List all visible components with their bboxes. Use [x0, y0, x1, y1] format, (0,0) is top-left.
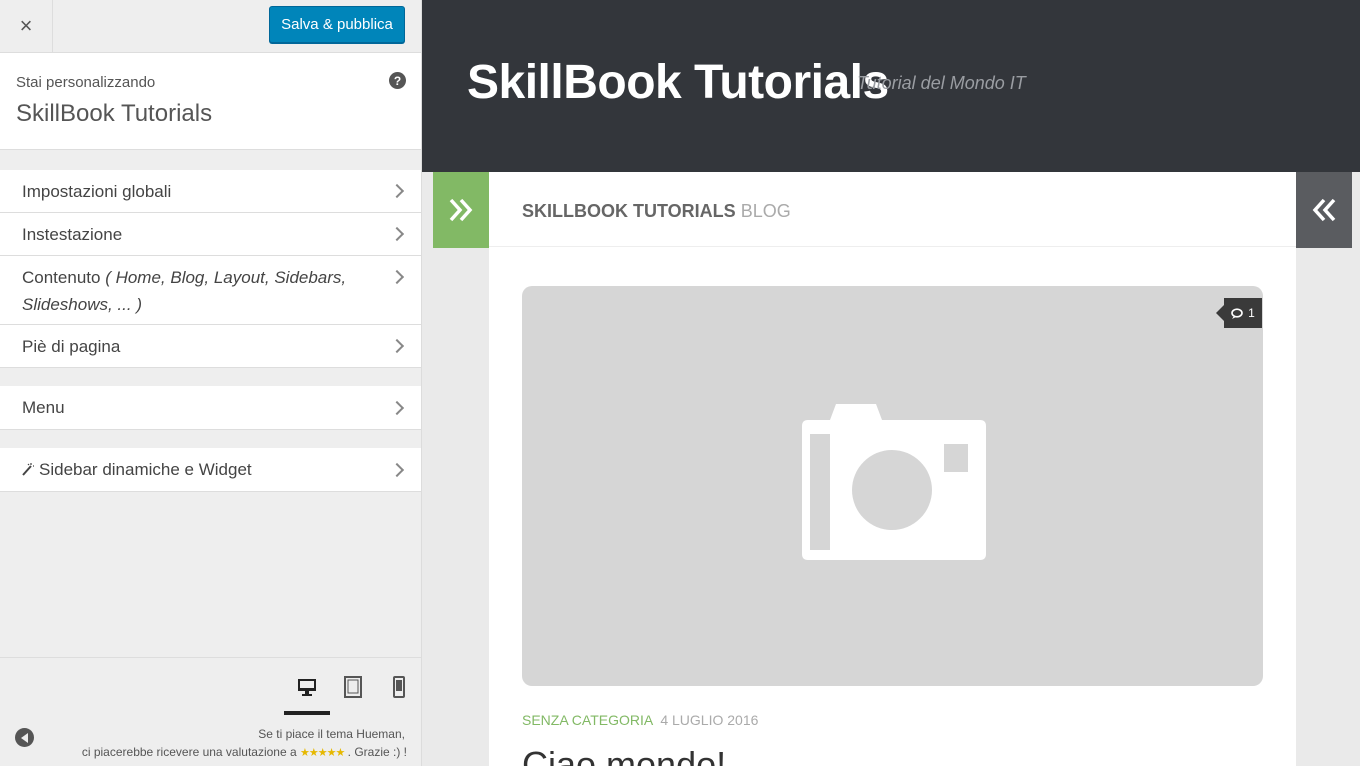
post-category-link[interactable]: Senza categoria	[522, 712, 652, 728]
rating-pre: ci piacerebbe ricevere una valutazione a	[81, 745, 297, 759]
collapse-icon	[21, 732, 28, 743]
preview-desktop-button[interactable]	[295, 674, 319, 700]
post-title[interactable]: Ciao mondo!	[522, 744, 726, 766]
rating-post: . Grazie :) !	[347, 745, 407, 759]
double-chevron-right-icon	[449, 198, 473, 222]
chevron-right-icon	[389, 183, 405, 199]
panel-label-text: Sidebar dinamiche e Widget	[39, 460, 252, 479]
panel-label: Sidebar dinamiche e Widget	[22, 456, 252, 483]
site-tagline: Tutorial del Mondo IT	[857, 73, 1026, 93]
comment-icon	[1231, 307, 1243, 319]
page-heading-light: Blog	[740, 201, 791, 221]
panel-contenuto[interactable]: Contenuto ( Home, Blog, Layout, Sidebars…	[0, 256, 421, 325]
chevron-right-icon	[389, 338, 405, 354]
panel-label: Instestazione	[22, 225, 123, 244]
panel-impostazioni-globali[interactable]: Impostazioni globali	[0, 170, 421, 213]
rating-text: Se ti piace il tema Hueman,	[258, 727, 405, 741]
comment-count: 1	[1248, 306, 1255, 320]
panel-sidebar-widget[interactable]: Sidebar dinamiche e Widget	[0, 448, 421, 492]
sidebar-toggle-left[interactable]	[433, 172, 489, 248]
divider	[489, 246, 1296, 247]
panel-intestazione[interactable]: Instestazione	[0, 213, 421, 256]
panel-label-main: Contenuto	[22, 268, 101, 287]
post-meta: Senza categoria 4 luglio 2016	[522, 712, 758, 728]
chevron-right-icon	[389, 269, 405, 285]
tablet-icon	[344, 676, 362, 698]
preview-mobile-button[interactable]	[387, 674, 411, 700]
mobile-icon	[393, 676, 405, 698]
panel-label: Contenuto ( Home, Blog, Layout, Sidebars…	[22, 264, 352, 318]
content-area: SkillBook Tutorials Blog 1 Senza categor…	[489, 172, 1296, 766]
customizing-site-title: SkillBook Tutorials	[16, 100, 213, 127]
panel-pie-di-pagina[interactable]: Piè di pagina	[0, 325, 421, 368]
page-heading-main: SkillBook Tutorials	[522, 201, 736, 221]
rating-text-2: ci piacerebbe ricevere una valutazione a…	[82, 745, 407, 759]
preview-tablet-button[interactable]	[341, 674, 365, 700]
rating-stars[interactable]: ★★★★★	[300, 747, 345, 759]
customizer-sidebar: × Salva & pubblica Stai personalizzando …	[0, 0, 422, 766]
chevron-right-icon	[389, 226, 405, 242]
save-publish-button[interactable]: Salva & pubblica	[269, 6, 405, 43]
customizer-header: × Salva & pubblica	[0, 0, 421, 53]
customizing-label: Stai personalizzando	[16, 74, 156, 91]
close-icon: ×	[19, 13, 33, 38]
comment-count-badge[interactable]: 1	[1216, 298, 1262, 328]
help-icon[interactable]: ?	[389, 72, 406, 89]
post-thumbnail[interactable]: 1	[522, 286, 1263, 686]
close-button[interactable]: ×	[0, 0, 53, 52]
chevron-right-icon	[389, 462, 405, 478]
customizer-footer: Se ti piace il tema Hueman, ci piacerebb…	[0, 657, 421, 766]
active-device-indicator	[284, 711, 330, 715]
panel-label: Piè di pagina	[22, 337, 121, 356]
collapse-sidebar-button[interactable]	[15, 728, 34, 747]
page-heading: SkillBook Tutorials Blog	[522, 201, 791, 222]
site-header: SkillBook Tutorials Tutorial del Mondo I…	[422, 0, 1360, 172]
site-title[interactable]: SkillBook Tutorials	[467, 55, 889, 110]
site-preview: SkillBook Tutorials Tutorial del Mondo I…	[422, 0, 1360, 766]
panel-label: Impostazioni globali	[22, 182, 172, 201]
post-date: 4 luglio 2016	[660, 712, 759, 728]
sidebar-toggle-right[interactable]	[1296, 172, 1352, 248]
customizer-info: Stai personalizzando SkillBook Tutorials…	[0, 53, 421, 150]
chevron-right-icon	[389, 400, 405, 416]
panel-menu[interactable]: Menu	[0, 386, 421, 430]
desktop-icon	[298, 679, 316, 696]
double-chevron-left-icon	[1312, 198, 1336, 222]
wand-icon	[22, 463, 34, 476]
camera-icon	[802, 404, 986, 560]
panel-label: Menu	[22, 398, 65, 417]
